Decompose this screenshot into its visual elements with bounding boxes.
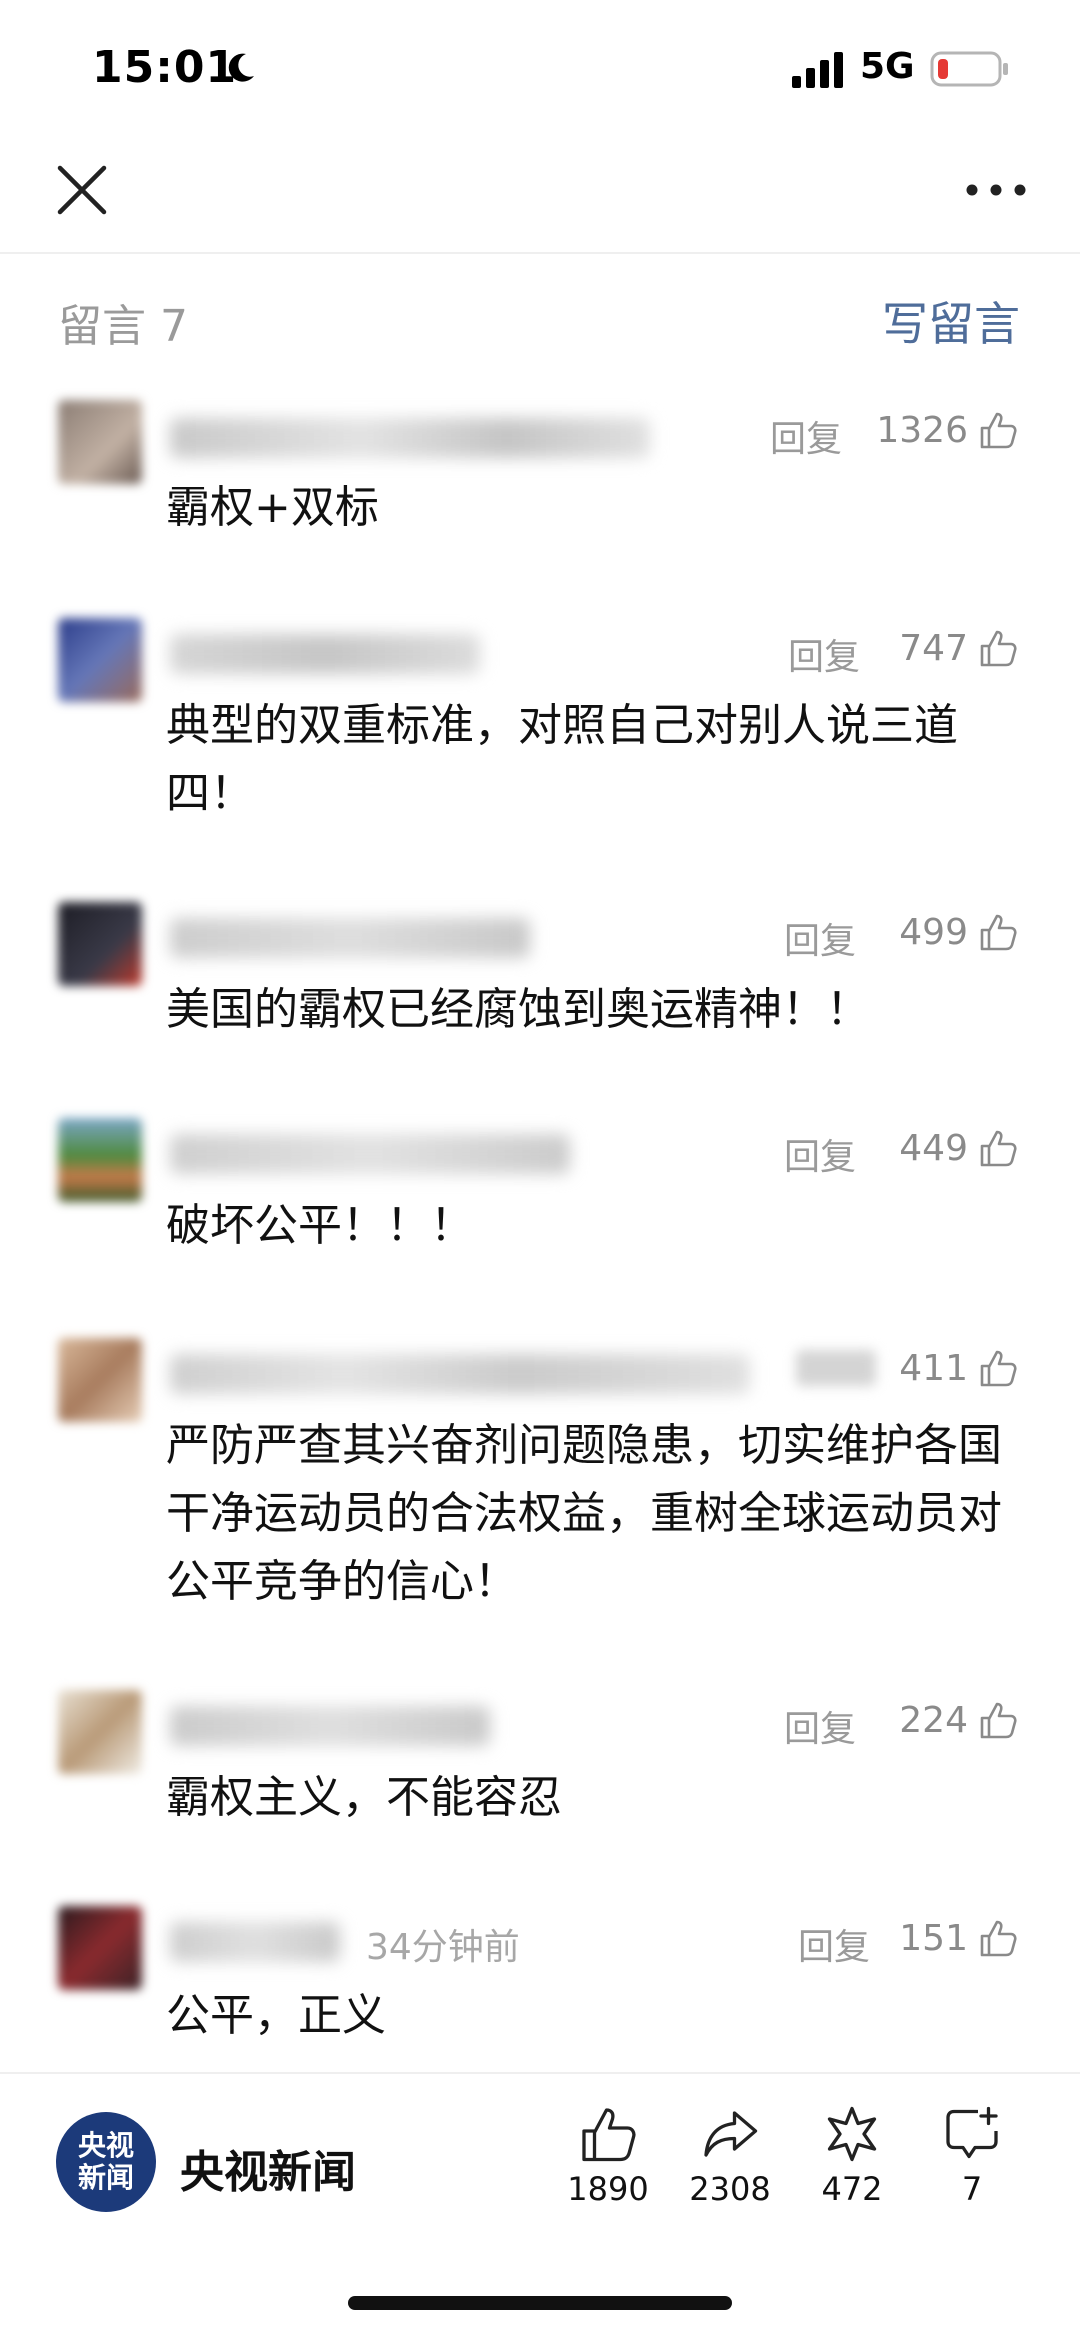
star-icon <box>827 2106 877 2162</box>
logo-text: 央视新闻 <box>77 2129 134 2194</box>
username-blurred <box>170 634 480 674</box>
like-count: 747 <box>899 628 968 669</box>
home-indicator[interactable] <box>348 2296 732 2310</box>
network-type: 5G <box>860 46 915 87</box>
like-total: 1890 <box>567 2170 649 2208</box>
reply-button[interactable]: 回复 <box>784 1700 856 1752</box>
username-blurred <box>170 1134 570 1174</box>
comment-text: 霸权+双标 <box>166 482 379 533</box>
reply-button[interactable]: 回复 <box>784 912 856 964</box>
avatar[interactable] <box>58 1118 142 1202</box>
avatar[interactable] <box>58 902 142 986</box>
comment-action[interactable]: 7 <box>912 2104 1032 2224</box>
username-blurred <box>170 1706 490 1746</box>
thumbs-up-icon[interactable] <box>978 410 1018 450</box>
status-bar: 15:01 5G <box>0 0 1080 140</box>
like-count: 151 <box>899 1918 968 1959</box>
battery-icon <box>930 51 1008 87</box>
avatar[interactable] <box>58 1338 142 1422</box>
share-icon <box>704 2111 758 2157</box>
thumbs-up-icon[interactable] <box>978 1128 1018 1168</box>
comment-text: 严防严查其兴奋剂问题隐患，切实维护各国干净运动员的合法权益，重树全球运动员对公平… <box>166 1420 1002 1607</box>
like-count: 411 <box>899 1348 968 1389</box>
comment-text: 美国的霸权已经腐蚀到奥运精神！！ <box>166 984 870 1035</box>
brand-logo[interactable]: 央视新闻 <box>56 2112 156 2212</box>
avatar[interactable] <box>58 618 142 702</box>
username-blurred <box>170 1354 750 1394</box>
comment-add-icon <box>946 2106 998 2159</box>
like-count: 1326 <box>876 410 968 451</box>
username-blurred <box>170 1922 340 1962</box>
like-count: 499 <box>899 912 968 953</box>
close-icon[interactable] <box>56 164 108 216</box>
avatar[interactable] <box>58 400 142 484</box>
thumbs-up-icon <box>582 2108 636 2162</box>
brand-name[interactable]: 央视新闻 <box>180 2136 356 2200</box>
reply-button[interactable]: 回复 <box>784 1128 856 1180</box>
comment-text: 公平，正义 <box>166 1990 386 2041</box>
reply-button[interactable]: 回复 <box>798 1918 870 1970</box>
username-blurred <box>170 918 530 958</box>
favorite-action[interactable]: 472 <box>792 2104 912 2224</box>
share-action[interactable]: 2308 <box>670 2104 790 2224</box>
status-time: 15:01 <box>92 42 238 93</box>
thumbs-up-icon[interactable] <box>978 1348 1018 1388</box>
comment-text: 霸权主义，不能容忍 <box>166 1772 562 1823</box>
favorite-total: 472 <box>821 2170 883 2208</box>
more-options-icon[interactable] <box>964 176 1028 204</box>
avatar[interactable] <box>58 1906 142 1990</box>
reply-button[interactable]: 回复 <box>788 628 860 680</box>
like-action[interactable]: 1890 <box>548 2104 668 2224</box>
like-count: 224 <box>899 1700 968 1741</box>
reply-button[interactable]: 回复 <box>770 410 842 462</box>
reply-button-blurred[interactable] <box>796 1350 876 1386</box>
comment-count: 留言 7 <box>58 301 188 352</box>
write-comment-button[interactable]: 写留言 <box>882 288 1020 354</box>
comment-text: 破坏公平！！！ <box>166 1200 474 1251</box>
signal-icon <box>792 52 843 88</box>
username-blurred <box>170 418 650 458</box>
moon-icon <box>228 53 254 82</box>
share-total: 2308 <box>689 2170 771 2208</box>
thumbs-up-icon[interactable] <box>978 628 1018 668</box>
top-bar <box>0 140 1080 254</box>
thumbs-up-icon[interactable] <box>978 1918 1018 1958</box>
avatar[interactable] <box>58 1690 142 1774</box>
thumbs-up-icon[interactable] <box>978 1700 1018 1740</box>
like-count: 449 <box>899 1128 968 1169</box>
comment-text: 典型的双重标准，对照自己对别人说三道四！ <box>166 700 958 819</box>
comment-time: 34分钟前 <box>366 1927 520 1968</box>
comment-total: 7 <box>961 2170 983 2208</box>
thumbs-up-icon[interactable] <box>978 912 1018 952</box>
